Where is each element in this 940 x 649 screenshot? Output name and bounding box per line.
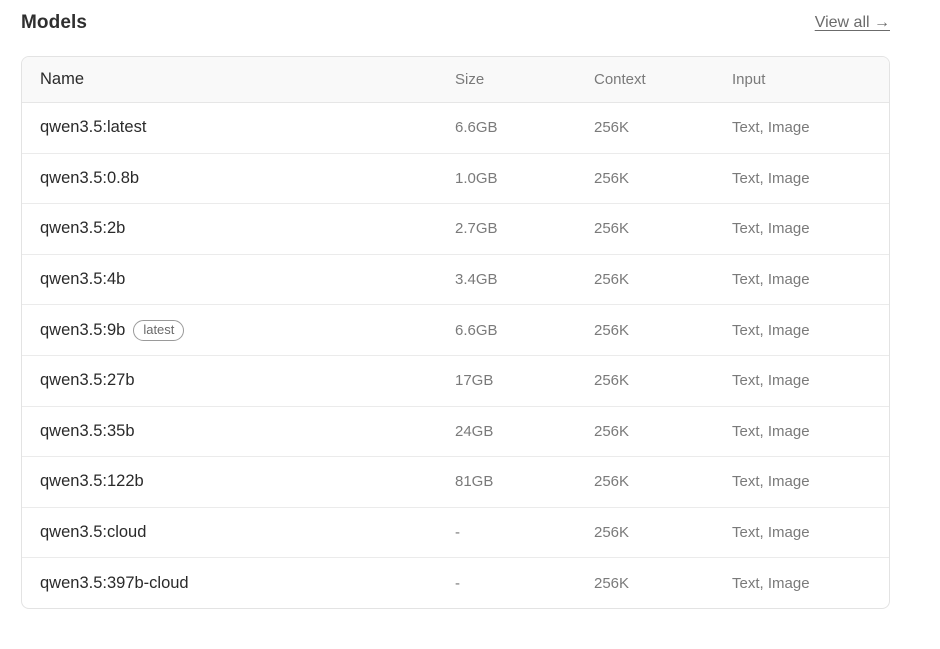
model-input: Text, Image bbox=[732, 524, 810, 542]
model-name[interactable]: qwen3.5:122b bbox=[40, 472, 144, 491]
model-name[interactable]: qwen3.5:9b bbox=[40, 321, 125, 340]
model-size: 1.0GB bbox=[455, 169, 498, 187]
model-name[interactable]: qwen3.5:27b bbox=[40, 371, 135, 390]
model-context: 256K bbox=[594, 220, 630, 238]
model-context: 256K bbox=[594, 422, 630, 440]
model-name[interactable]: qwen3.5:cloud bbox=[40, 523, 146, 542]
model-input: Text, Image bbox=[732, 220, 810, 238]
model-input: Text, Image bbox=[732, 473, 810, 491]
model-context: 256K bbox=[594, 575, 630, 593]
model-input: Text, Image bbox=[732, 119, 810, 137]
page-title: Models bbox=[21, 12, 88, 33]
column-header-context[interactable]: Context bbox=[594, 57, 646, 102]
table-row[interactable]: qwen3.5:27b 17GB 256K Text, Image bbox=[22, 356, 889, 407]
model-size: 17GB bbox=[455, 372, 494, 390]
model-input: Text, Image bbox=[732, 372, 810, 390]
model-size: 81GB bbox=[455, 473, 494, 491]
view-all-link[interactable]: View all → bbox=[815, 14, 890, 32]
model-context: 256K bbox=[594, 271, 630, 289]
table-row[interactable]: qwen3.5:9b latest 6.6GB 256K Text, Image bbox=[22, 305, 889, 356]
model-input: Text, Image bbox=[732, 422, 810, 440]
table-row[interactable]: qwen3.5:latest 6.6GB 256K Text, Image bbox=[22, 103, 889, 154]
model-input: Text, Image bbox=[732, 575, 810, 593]
model-context: 256K bbox=[594, 473, 630, 491]
table-row[interactable]: qwen3.5:35b 24GB 256K Text, Image bbox=[22, 407, 889, 458]
column-header-input[interactable]: Input bbox=[732, 57, 765, 102]
table-row[interactable]: qwen3.5:0.8b 1.0GB 256K Text, Image bbox=[22, 154, 889, 205]
model-name[interactable]: qwen3.5:latest bbox=[40, 118, 146, 137]
model-name-cell: qwen3.5:122b bbox=[40, 457, 144, 507]
model-context: 256K bbox=[594, 119, 630, 137]
model-name[interactable]: qwen3.5:2b bbox=[40, 219, 125, 238]
model-name-cell: qwen3.5:2b bbox=[40, 204, 125, 254]
table-row[interactable]: qwen3.5:397b-cloud - 256K Text, Image bbox=[22, 558, 889, 608]
model-context: 256K bbox=[594, 169, 630, 187]
model-name-cell: qwen3.5:35b bbox=[40, 407, 135, 457]
model-size: - bbox=[455, 575, 460, 593]
model-name-cell: qwen3.5:cloud bbox=[40, 508, 146, 558]
model-size: - bbox=[455, 524, 460, 542]
table-row[interactable]: qwen3.5:2b 2.7GB 256K Text, Image bbox=[22, 204, 889, 255]
table-row[interactable]: qwen3.5:cloud - 256K Text, Image bbox=[22, 508, 889, 559]
model-name-cell: qwen3.5:9b latest bbox=[40, 305, 185, 355]
model-input: Text, Image bbox=[732, 271, 810, 289]
models-page: Models View all → Name Size Context Inpu… bbox=[0, 0, 940, 649]
table-header-row: Name Size Context Input bbox=[22, 57, 889, 103]
model-input: Text, Image bbox=[732, 169, 810, 187]
model-name[interactable]: qwen3.5:35b bbox=[40, 422, 135, 441]
model-name[interactable]: qwen3.5:4b bbox=[40, 270, 125, 289]
model-name-cell: qwen3.5:27b bbox=[40, 356, 135, 406]
model-name-cell: qwen3.5:0.8b bbox=[40, 154, 139, 204]
model-name[interactable]: qwen3.5:397b-cloud bbox=[40, 574, 189, 593]
model-context: 256K bbox=[594, 524, 630, 542]
model-name[interactable]: qwen3.5:0.8b bbox=[40, 169, 139, 188]
model-size: 24GB bbox=[455, 422, 494, 440]
models-table: Name Size Context Input qwen3.5:latest 6… bbox=[21, 56, 890, 609]
model-context: 256K bbox=[594, 372, 630, 390]
table-row[interactable]: qwen3.5:122b 81GB 256K Text, Image bbox=[22, 457, 889, 508]
model-size: 6.6GB bbox=[455, 321, 498, 339]
model-context: 256K bbox=[594, 321, 630, 339]
column-header-size[interactable]: Size bbox=[455, 57, 484, 102]
model-name-cell: qwen3.5:4b bbox=[40, 255, 125, 305]
model-size: 3.4GB bbox=[455, 271, 498, 289]
model-size: 6.6GB bbox=[455, 119, 498, 137]
table-row[interactable]: qwen3.5:4b 3.4GB 256K Text, Image bbox=[22, 255, 889, 306]
model-name-cell: qwen3.5:397b-cloud bbox=[40, 558, 189, 608]
column-header-name[interactable]: Name bbox=[40, 57, 84, 102]
model-name-cell: qwen3.5:latest bbox=[40, 103, 146, 153]
model-input: Text, Image bbox=[732, 321, 810, 339]
models-header: Models View all → bbox=[21, 10, 890, 40]
model-size: 2.7GB bbox=[455, 220, 498, 238]
latest-badge: latest bbox=[133, 319, 185, 341]
